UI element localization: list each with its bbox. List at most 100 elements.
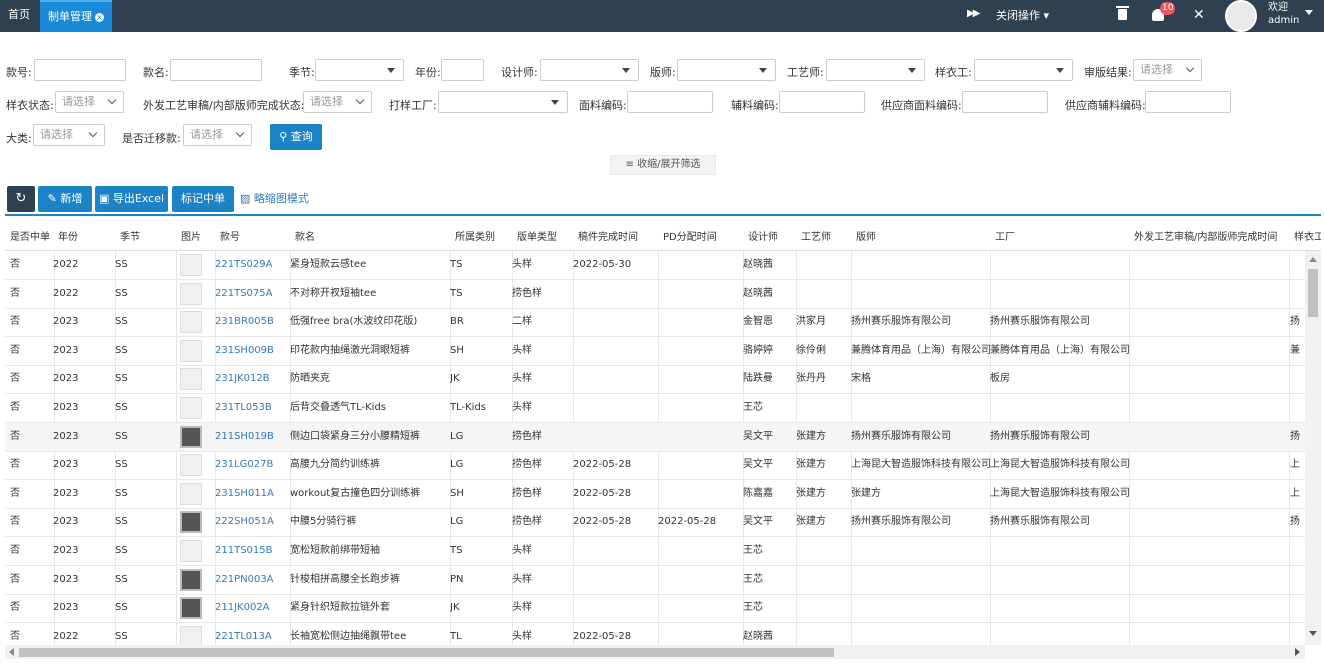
- technician-select[interactable]: [826, 59, 925, 81]
- product-thumbnail[interactable]: [180, 454, 202, 477]
- cell-year: 2023: [53, 373, 79, 385]
- cell-style-no[interactable]: 221TS029A: [215, 251, 272, 279]
- col-header-pd-time[interactable]: PD分配时间: [663, 224, 717, 251]
- col-header-sample-worker[interactable]: 样衣工: [1294, 224, 1321, 251]
- cell-style-no[interactable]: 231BR005B: [215, 308, 274, 336]
- sample-status-select[interactable]: 请选择: [55, 91, 124, 113]
- user-menu[interactable]: 欢迎 admin: [1268, 1, 1299, 27]
- supplier-fabric-code-input[interactable]: [962, 91, 1048, 113]
- review-result-select[interactable]: 请选择: [1133, 59, 1202, 81]
- scroll-left-icon[interactable]: [9, 648, 14, 656]
- export-excel-button[interactable]: ▣ 导出Excel: [95, 186, 168, 212]
- cell-style-no[interactable]: 231TL053B: [215, 394, 272, 422]
- cell-style-no[interactable]: 231LG027B: [215, 451, 273, 479]
- col-header-draft-done[interactable]: 稿件完成时间: [578, 224, 638, 251]
- category-select[interactable]: 请选择: [33, 124, 105, 146]
- refresh-button[interactable]: ↻: [7, 186, 35, 212]
- pattern-maker-select[interactable]: [677, 59, 776, 81]
- cell-style-no[interactable]: 222SH051A: [215, 508, 274, 536]
- col-header-category[interactable]: 所属类别: [455, 224, 495, 251]
- trash-icon[interactable]: [1116, 6, 1129, 20]
- col-header-style-name[interactable]: 款名: [295, 224, 315, 251]
- add-button[interactable]: ✎ 新增: [38, 186, 92, 212]
- factory-select[interactable]: [438, 91, 568, 113]
- vertical-scroll-thumb[interactable]: [1308, 269, 1318, 317]
- accessory-code-input[interactable]: [779, 91, 865, 113]
- scroll-right-icon[interactable]: [1295, 648, 1300, 656]
- scroll-up-icon[interactable]: [1309, 257, 1317, 262]
- scroll-down-icon[interactable]: [1309, 631, 1317, 636]
- col-header-year[interactable]: 年份: [58, 224, 78, 251]
- cell-style-no[interactable]: 231JK012B: [215, 365, 270, 393]
- table-row[interactable]: 否 2023 SS 231BR005B 低强free bra(水波纹印花版) BR 二样 金智…: [5, 308, 1305, 338]
- fast-forward-icon[interactable]: ▶▶: [967, 8, 980, 19]
- query-button[interactable]: ⚲ 查询: [270, 124, 322, 150]
- migrated-select[interactable]: 请选择: [183, 124, 252, 146]
- col-header-image[interactable]: 图片: [181, 224, 201, 251]
- product-thumbnail[interactable]: [180, 311, 202, 334]
- product-thumbnail[interactable]: [180, 368, 202, 391]
- year-input[interactable]: [441, 59, 484, 81]
- cell-style-no[interactable]: 221TS075A: [215, 280, 272, 308]
- outsource-status-select[interactable]: 请选择: [303, 91, 372, 113]
- cell-season: SS: [115, 545, 128, 556]
- product-thumbnail[interactable]: [180, 254, 202, 276]
- style-name-input[interactable]: [170, 59, 262, 81]
- table-row[interactable]: 否 2023 SS 211JK002A 紧身针织短款拉链外套 JK 头样 王芯: [5, 594, 1305, 624]
- caret-down-icon[interactable]: [1305, 10, 1313, 15]
- close-tab-icon[interactable]: ×: [95, 13, 104, 22]
- col-header-factory[interactable]: 工厂: [995, 224, 1015, 251]
- product-thumbnail[interactable]: [180, 282, 202, 305]
- product-thumbnail[interactable]: [180, 482, 202, 505]
- style-no-input[interactable]: [34, 59, 126, 81]
- col-header-order-type[interactable]: 版单类型: [517, 224, 557, 251]
- horizontal-scroll-thumb[interactable]: [19, 648, 834, 657]
- designer-select[interactable]: [540, 59, 639, 81]
- table-row[interactable]: 否 2023 SS 211SH019B 侧边口袋紧身三分小腰精短裤 LG 捞色样 吴文平 张建方…: [5, 422, 1305, 452]
- col-header-style-no[interactable]: 款号: [220, 224, 240, 251]
- tab-order-management[interactable]: 制单管理 ×: [40, 0, 112, 32]
- thumbnail-mode-link[interactable]: ▨ 略缩图模式: [240, 186, 320, 212]
- cell-style-no[interactable]: 211SH019B: [215, 423, 274, 451]
- fullscreen-icon[interactable]: ✕: [1193, 7, 1205, 23]
- cell-style-no[interactable]: 211TS015B: [215, 537, 273, 565]
- horizontal-scrollbar[interactable]: [5, 645, 1305, 659]
- col-header-outsource-time[interactable]: 外发工艺审稿/内部版师完成时间: [1134, 224, 1277, 251]
- season-select[interactable]: [315, 59, 404, 81]
- table-row[interactable]: 否 2023 SS 221PN003A 针梭相拼高腰全长跑步裤 PN 头样 王芯: [5, 566, 1305, 595]
- product-thumbnail[interactable]: [180, 511, 202, 534]
- cell-style-no[interactable]: 221PN003A: [215, 566, 274, 594]
- product-thumbnail[interactable]: [180, 568, 202, 591]
- vertical-scrollbar[interactable]: [1305, 251, 1321, 645]
- table-row[interactable]: 否 2022 SS 221TS075A 不对称开衩短袖tee TS 捞色样 赵晓茜: [5, 280, 1305, 309]
- collapse-filter-toggle[interactable]: ≡ 收缩/展开筛选: [610, 155, 716, 175]
- col-header-designer[interactable]: 设计师: [748, 224, 778, 251]
- col-header-technician[interactable]: 工艺师: [801, 224, 831, 251]
- product-thumbnail[interactable]: [180, 425, 202, 448]
- avatar[interactable]: [1225, 0, 1257, 32]
- table-row[interactable]: 否 2023 SS 231TL053B 后背交叠透气TL-Kids TL-Kids 头样 王芯: [5, 394, 1305, 423]
- table-row[interactable]: 否 2022 SS 221TS029A 紧身短款云感tee TS 头样 2022-05-30 赵…: [5, 251, 1305, 280]
- tab-home[interactable]: 首页: [0, 0, 40, 32]
- sample-worker-select[interactable]: [974, 59, 1073, 81]
- fabric-code-input[interactable]: [627, 91, 713, 113]
- table-row[interactable]: 否 2023 SS 231SH009B 印花款内抽绳激光洞眼短裤 SH 头样 骆婷婷 徐伶俐 兼腾…: [5, 337, 1305, 366]
- table-row[interactable]: 否 2023 SS 231SH011A workout复古撞色四分训练裤 SH 捞色样 202…: [5, 480, 1305, 509]
- product-thumbnail[interactable]: [180, 540, 202, 562]
- close-ops-menu[interactable]: 关闭操作 ▾: [996, 0, 1049, 32]
- table-row[interactable]: 否 2023 SS 211TS015B 宽松短款前绑带短袖 TS 头样 王芯: [5, 537, 1305, 566]
- table-row[interactable]: 否 2023 SS 222SH051A 中腰5分骑行裤 LG 捞色样 2022-05-28 20…: [5, 508, 1305, 538]
- cell-style-no[interactable]: 231SH011A: [215, 480, 274, 508]
- mark-hit-button[interactable]: 标记中单: [172, 186, 234, 212]
- cell-style-no[interactable]: 211JK002A: [215, 594, 270, 622]
- table-row[interactable]: 否 2023 SS 231JK012B 防晒夹克 JK 头样 陆跌曼 张丹丹 宋格 板房: [5, 365, 1305, 395]
- col-header-pattern-maker[interactable]: 版师: [856, 224, 876, 251]
- product-thumbnail[interactable]: [180, 339, 202, 362]
- col-header-hit[interactable]: 是否中单: [10, 224, 50, 251]
- table-row[interactable]: 否 2023 SS 231LG027B 高腰九分简约训练裤 LG 捞色样 2022-05-28…: [5, 451, 1305, 481]
- product-thumbnail[interactable]: [180, 597, 202, 620]
- product-thumbnail[interactable]: [180, 397, 202, 419]
- supplier-accessory-code-input[interactable]: [1145, 91, 1231, 113]
- col-header-season[interactable]: 季节: [120, 224, 140, 251]
- cell-style-no[interactable]: 231SH009B: [215, 337, 274, 365]
